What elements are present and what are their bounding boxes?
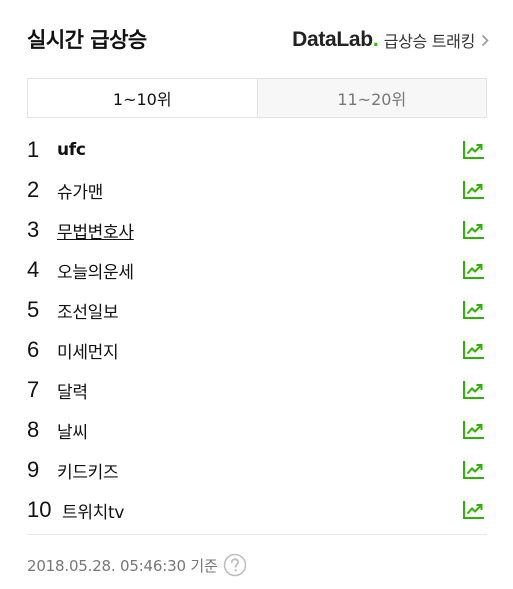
- ranking-item[interactable]: 5 조선일보: [27, 290, 489, 330]
- datalab-link-label: 급상승 트래킹: [383, 32, 476, 51]
- ranking-list: 1 ufc 2 슈가맨 3 무법변호사 4 오늘의운세 5 조선일보 6 미세먼…: [27, 130, 489, 530]
- trend-up-chart-icon[interactable]: [463, 500, 485, 520]
- trend-up-chart-icon[interactable]: [463, 380, 485, 400]
- rank-keyword[interactable]: 무법변호사: [57, 218, 134, 243]
- rank-keyword[interactable]: 달력: [57, 378, 88, 403]
- trend-up-chart-icon[interactable]: [463, 260, 485, 280]
- ranking-item[interactable]: 2 슈가맨: [27, 170, 489, 210]
- chevron-right-icon: [481, 34, 489, 46]
- realtime-rising-panel: 실시간 급상승 DataLab . 급상승 트래킹 1~10위 11~20위 1…: [0, 0, 513, 589]
- rank-keyword[interactable]: 날씨: [57, 418, 88, 443]
- trend-up-chart-icon[interactable]: [463, 140, 485, 160]
- datalab-logo-dot: .: [372, 28, 379, 51]
- rank-number: 8: [27, 417, 40, 442]
- trend-up-chart-icon[interactable]: [463, 460, 485, 480]
- ranking-item[interactable]: 3 무법변호사: [27, 210, 489, 250]
- panel-header: 실시간 급상승 DataLab . 급상승 트래킹: [27, 22, 489, 62]
- ranking-item[interactable]: 9 키드키즈: [27, 450, 489, 490]
- ranking-item[interactable]: 4 오늘의운세: [27, 250, 489, 290]
- tab-rank-11-20[interactable]: 11~20위: [256, 79, 486, 117]
- rank-number: 2: [27, 177, 40, 202]
- ranking-item[interactable]: 10 트위치tv: [27, 490, 489, 530]
- rank-number: 7: [27, 377, 40, 402]
- rank-number: 9: [27, 457, 40, 482]
- trend-up-chart-icon[interactable]: [463, 340, 485, 360]
- rank-number: 1: [27, 137, 40, 162]
- ranking-item[interactable]: 8 날씨: [27, 410, 489, 450]
- rank-keyword[interactable]: 키드키즈: [57, 458, 119, 483]
- rank-keyword[interactable]: 조선일보: [57, 298, 119, 323]
- ranking-item[interactable]: 1 ufc: [27, 130, 489, 170]
- question-circle-icon[interactable]: [223, 553, 247, 577]
- ranking-item[interactable]: 6 미세먼지: [27, 330, 489, 370]
- rank-number: 6: [27, 337, 40, 362]
- panel-footer: 2018.05.28. 05:46:30 기준: [27, 553, 247, 577]
- tab-rank-1-10[interactable]: 1~10위: [28, 79, 257, 117]
- trend-up-chart-icon[interactable]: [463, 300, 485, 320]
- trend-up-chart-icon[interactable]: [463, 420, 485, 440]
- rank-range-tabs: 1~10위 11~20위: [27, 78, 487, 118]
- update-timestamp: 2018.05.28. 05:46:30 기준: [27, 556, 218, 575]
- rank-number: 4: [27, 257, 40, 282]
- rank-keyword[interactable]: ufc: [57, 140, 86, 160]
- datalab-trending-link[interactable]: DataLab . 급상승 트래킹: [292, 28, 489, 52]
- ranking-item[interactable]: 7 달력: [27, 370, 489, 410]
- datalab-logo: DataLab: [292, 28, 373, 51]
- rank-keyword[interactable]: 트위치tv: [62, 498, 124, 523]
- rank-number: 3: [27, 217, 40, 242]
- trend-up-chart-icon[interactable]: [463, 180, 485, 200]
- panel-title: 실시간 급상승: [27, 28, 147, 52]
- trend-up-chart-icon[interactable]: [463, 220, 485, 240]
- rank-keyword[interactable]: 오늘의운세: [57, 258, 134, 283]
- footer-divider: [27, 534, 487, 535]
- rank-keyword[interactable]: 미세먼지: [57, 338, 119, 363]
- rank-keyword[interactable]: 슈가맨: [57, 178, 103, 203]
- rank-number: 5: [27, 297, 40, 322]
- rank-number: 10: [27, 497, 52, 522]
